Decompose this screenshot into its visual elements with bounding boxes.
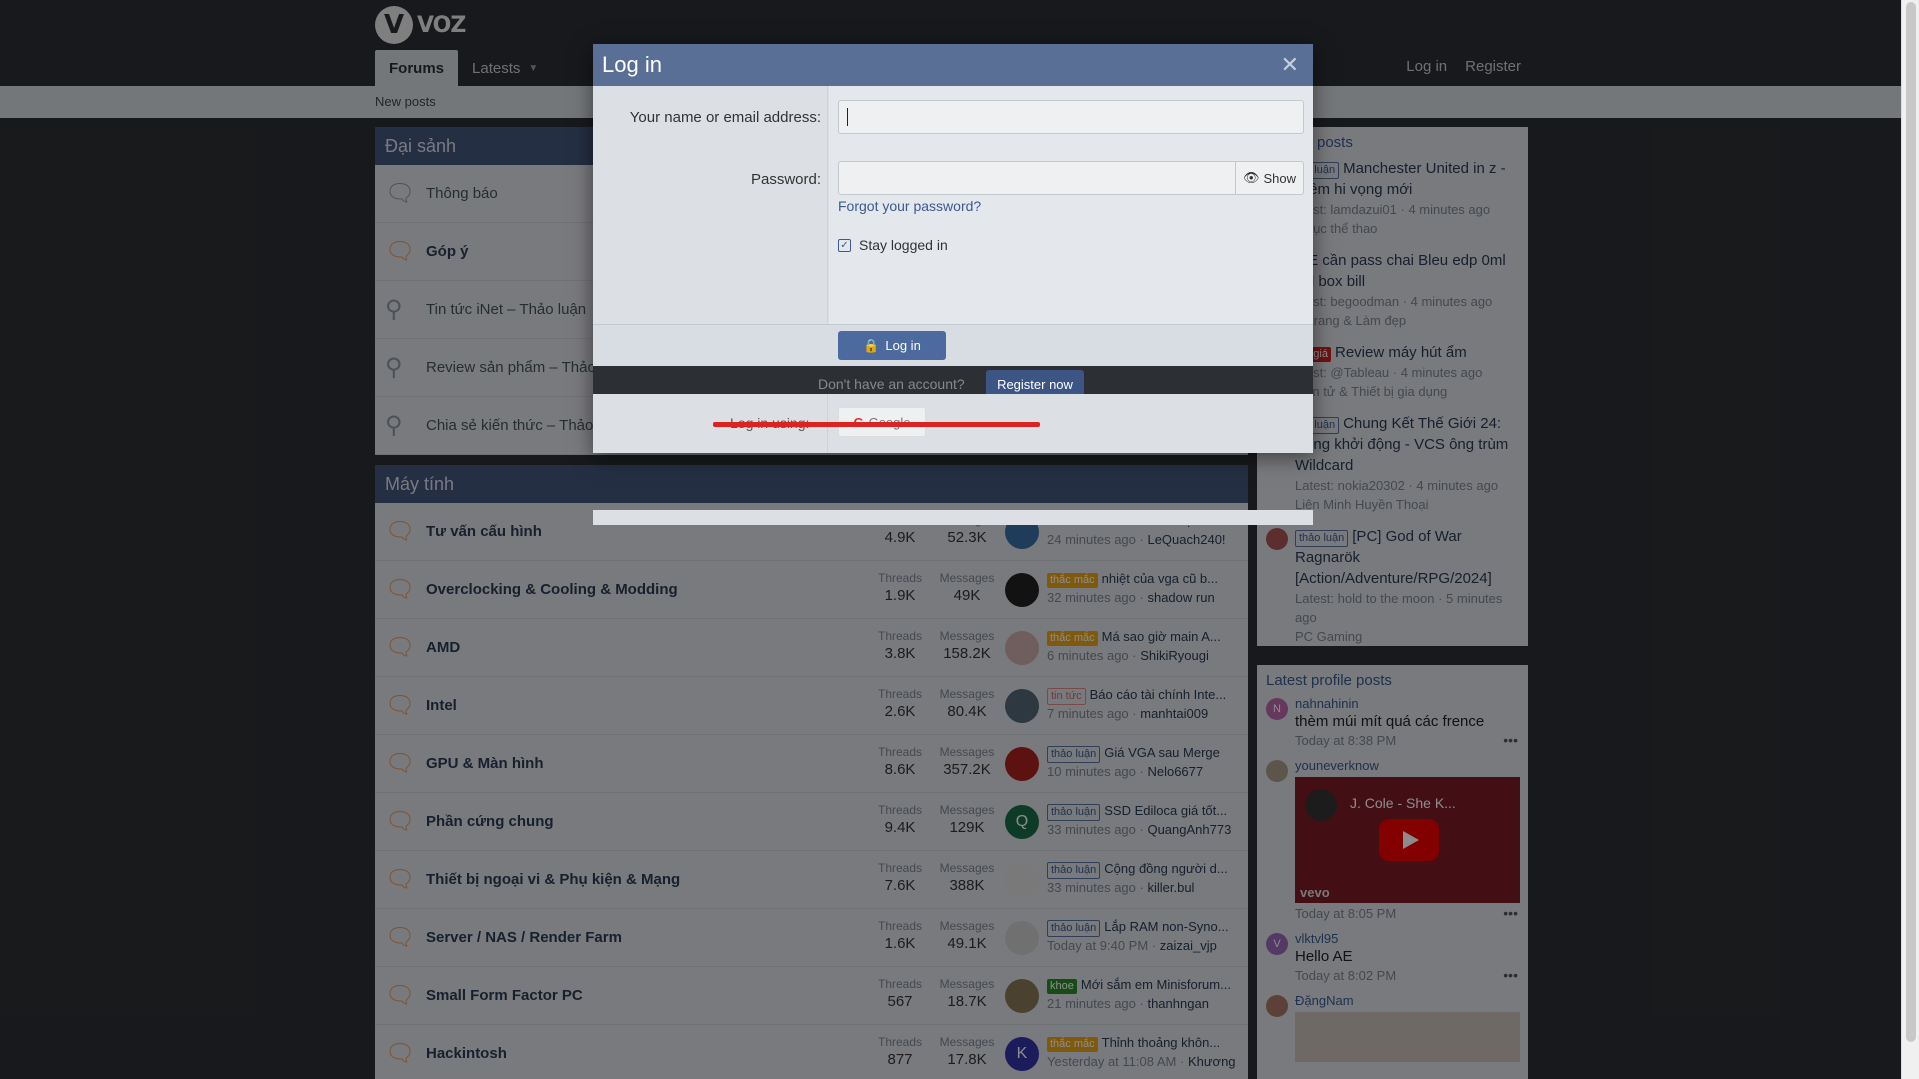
lock-icon: 🔒 [863,337,880,353]
eye-icon: 👁 [1242,170,1260,185]
forgot-password-link[interactable]: Forgot your password? [838,198,981,214]
stay-logged-in-checkbox[interactable]: ✓ Stay logged in [838,237,948,253]
close-icon[interactable]: ✕ [1281,52,1299,78]
text-cursor [847,108,848,126]
form-footer: 🔒 Log in [593,324,1313,366]
username-input[interactable] [838,100,1304,134]
password-input[interactable]: 👁 Show [838,161,1304,195]
show-password-button[interactable]: 👁 Show [1235,162,1303,194]
login-modal: Log in ✕ Your name or email address: Pas… [593,44,1313,525]
modal-title: Log in [602,52,662,77]
social-login-row: Log in using: GGoogle [593,394,1313,453]
login-button[interactable]: 🔒 Log in [838,331,946,360]
strikethrough-annotation [713,422,1040,427]
login-button-label: Log in [885,338,921,353]
social-login [593,510,1313,525]
page-scrollbar[interactable] [1901,0,1919,1079]
checkbox-checked-icon[interactable]: ✓ [838,238,851,252]
username-label: Your name or email address: [629,109,821,126]
modal-header: Log in ✕ [593,44,1313,86]
password-label: Password: [750,171,821,188]
no-account-text: Don't have an account? [818,376,965,392]
stay-label: Stay logged in [859,237,948,253]
scrollbar-thumb[interactable] [1906,2,1916,1042]
show-label: Show [1263,170,1297,186]
